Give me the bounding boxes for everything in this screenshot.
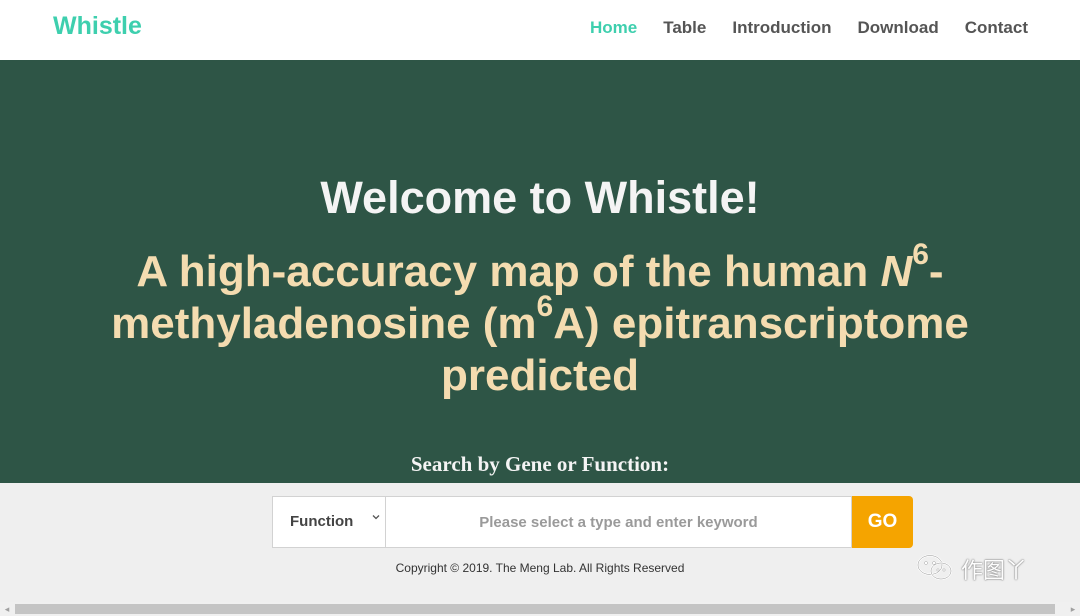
search-heading: Search by Gene or Function:: [410, 452, 670, 476]
navbar: Whistle Home Table Introduction Download…: [0, 0, 1080, 60]
watermark: 作图丫: [915, 553, 1055, 585]
nav-introduction[interactable]: Introduction: [732, 18, 831, 38]
subtitle-sup1: 6: [912, 238, 929, 271]
brand-logo-link[interactable]: Whistle: [53, 12, 142, 41]
keyword-input[interactable]: [385, 496, 853, 548]
chevron-down-icon: [371, 510, 381, 525]
nav-home[interactable]: Home: [590, 18, 637, 38]
scroll-right-arrow-icon[interactable]: ▸: [1066, 602, 1080, 616]
hero-title: Welcome to Whistle!: [320, 172, 760, 223]
scroll-left-arrow-icon[interactable]: ◂: [0, 602, 14, 616]
horizontal-scrollbar[interactable]: ◂ ▸: [0, 602, 1080, 616]
main-nav: Home Table Introduction Download Contact: [564, 18, 1028, 38]
wechat-icon: [915, 552, 961, 587]
nav-download[interactable]: Download: [858, 18, 939, 38]
hero-banner: Welcome to Whistle! A high-accuracy map …: [0, 60, 1080, 483]
nav-table[interactable]: Table: [663, 18, 706, 38]
go-button[interactable]: GO: [852, 496, 913, 548]
hero-subtitle: A high-accuracy map of the human N6-meth…: [60, 240, 1020, 402]
search-bar: Function GO: [272, 496, 913, 548]
nav-contact[interactable]: Contact: [965, 18, 1028, 38]
search-type-select[interactable]: Function: [272, 496, 386, 548]
subtitle-sup2: 6: [536, 290, 554, 323]
watermark-text: 作图丫: [961, 558, 1028, 583]
search-type-value: Function: [290, 513, 354, 530]
subtitle-n: N: [880, 247, 913, 296]
scrollbar-thumb[interactable]: [15, 604, 1055, 614]
subtitle-part1: A high-accuracy map of the human: [136, 247, 881, 296]
